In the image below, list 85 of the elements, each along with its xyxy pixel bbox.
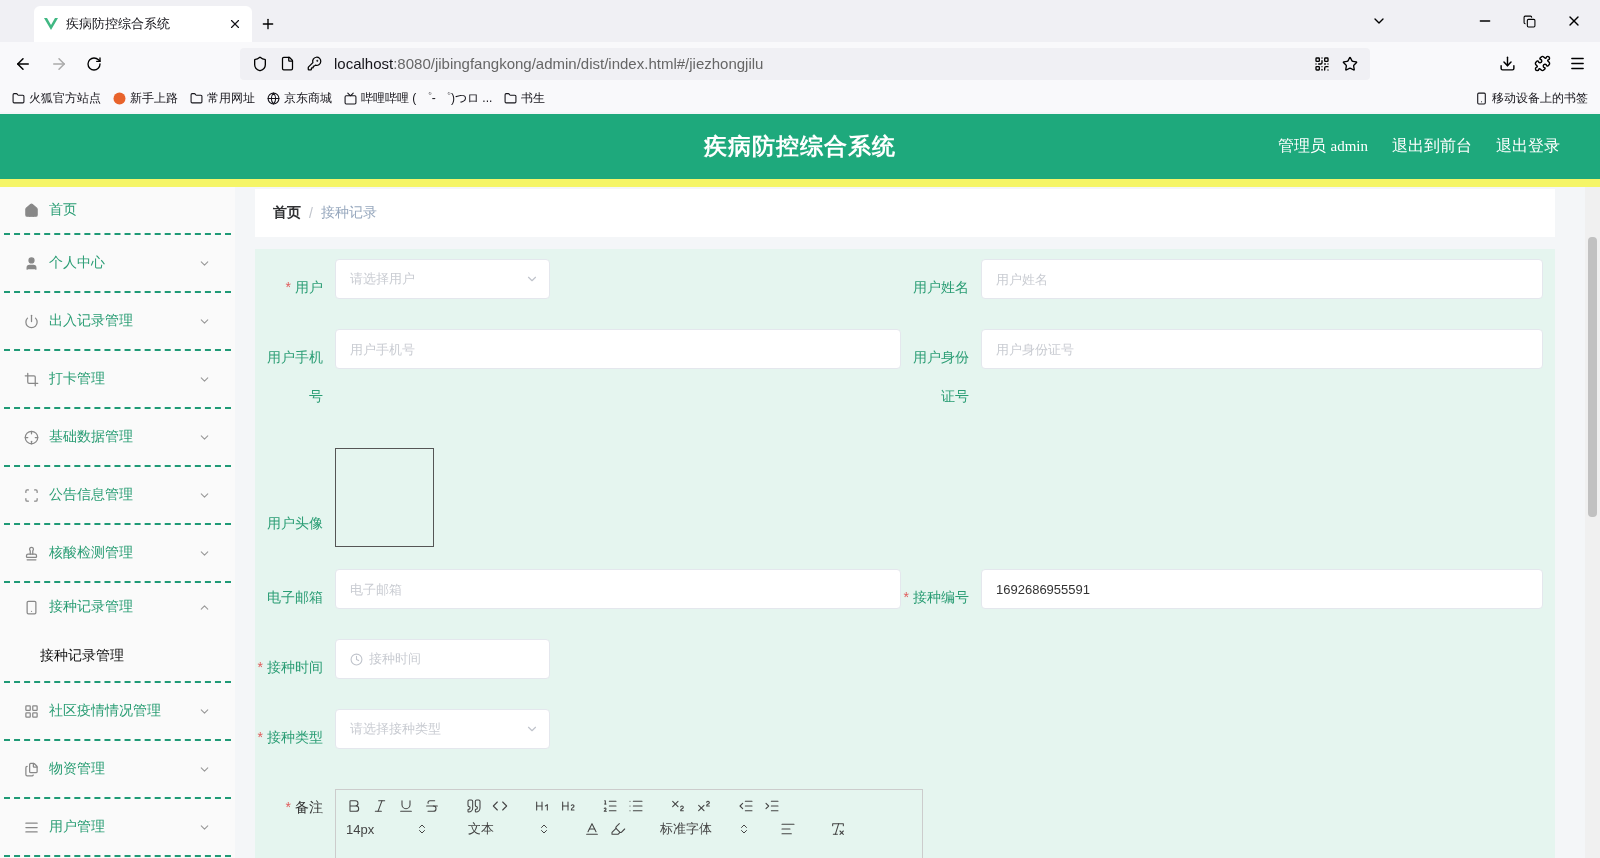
field-label: * 接种类型 — [257, 729, 323, 745]
shield-icon[interactable] — [252, 55, 268, 72]
power-icon — [24, 313, 39, 329]
bookmark-item[interactable]: 书生 — [504, 90, 546, 107]
image-upload[interactable] — [335, 448, 434, 547]
heading-picker[interactable]: 文本 — [468, 820, 550, 838]
text-field[interactable]: 1692686955591 — [981, 569, 1543, 609]
phone-icon — [24, 599, 39, 615]
folder-icon — [190, 92, 203, 105]
restore-icon[interactable] — [1523, 14, 1536, 28]
rich-text-editor[interactable]: 14px 文本 标准字体 — [335, 789, 923, 858]
submenu-item[interactable]: 接种记录管理 — [4, 631, 231, 681]
home-icon — [24, 202, 39, 218]
toolbar-icon[interactable] — [398, 798, 414, 814]
font-size-picker[interactable]: 14px — [346, 821, 428, 837]
list-icon — [24, 819, 39, 835]
user-label: 管理员 admin — [1278, 136, 1368, 156]
updown-icon — [416, 823, 428, 835]
font-family-picker[interactable]: 标准字体 — [660, 820, 750, 838]
bookmark-item[interactable]: 京东商城 — [267, 90, 332, 107]
copy-icon — [24, 761, 39, 777]
key-icon[interactable] — [307, 56, 322, 71]
field-label: * 接种编号 — [903, 589, 969, 605]
field-label: 用户头像 — [267, 515, 323, 531]
close-icon[interactable] — [228, 17, 242, 31]
field-label: * 用户 — [285, 279, 323, 295]
extensions-icon[interactable] — [1534, 55, 1551, 72]
breadcrumb-separator: / — [309, 205, 313, 221]
new-tab-icon[interactable] — [260, 16, 276, 32]
folder-icon — [504, 92, 518, 105]
bookmark-item[interactable]: 新手上路 — [113, 90, 178, 107]
stamp-icon — [24, 545, 39, 561]
updown-icon — [538, 823, 550, 835]
bookmark-item[interactable]: 哔哩哔哩 ( ゜- ゜)つロ ... — [344, 90, 493, 107]
field-label: * 备注 — [285, 799, 323, 815]
toolbar-icon[interactable] — [628, 798, 644, 814]
field-label: 用户身份证号 — [913, 349, 969, 404]
folder-icon — [12, 92, 25, 105]
scrollbar[interactable] — [1585, 187, 1600, 858]
url-text[interactable]: localhost:8080/jibingfangkong/admin/dist/index.html#/jiezhongjilu — [334, 55, 764, 72]
toolbar-icon[interactable] — [764, 798, 780, 814]
bookmark-item[interactable]: 移动设备上的书签 — [1475, 90, 1588, 107]
bookmark-item[interactable]: 常用网址 — [190, 90, 255, 107]
globe-icon — [267, 92, 280, 105]
app-title: 疾病防控综合系统 — [704, 131, 896, 161]
field-label: 用户姓名 — [913, 279, 969, 295]
toolbar-icon[interactable] — [602, 798, 618, 814]
menu-icon[interactable] — [1569, 55, 1586, 72]
highlight-icon[interactable] — [610, 821, 626, 837]
breadcrumb-item: 接种记录 — [320, 204, 377, 222]
toolbar-icon[interactable] — [738, 798, 754, 814]
browser-tab[interactable]: 疾病防控综合系统 — [34, 6, 252, 42]
bookmark-star-icon[interactable] — [1342, 55, 1358, 72]
toolbar-icon[interactable] — [534, 798, 550, 814]
phone-icon — [1475, 92, 1488, 105]
reload-icon[interactable] — [86, 55, 102, 72]
toolbar-icon[interactable] — [466, 798, 482, 814]
tv-icon — [344, 92, 357, 105]
bookmark-item[interactable]: 火狐官方站点 — [12, 90, 101, 107]
user-icon — [24, 255, 39, 271]
download-icon[interactable] — [1499, 55, 1516, 72]
grid-icon — [24, 703, 39, 719]
crosshair-icon — [24, 429, 39, 445]
page-icon — [280, 56, 295, 71]
crop-icon — [24, 371, 39, 387]
clock-icon — [350, 652, 363, 666]
toolbar-icon[interactable] — [492, 798, 508, 814]
toolbar-icon[interactable] — [424, 798, 440, 814]
field-label: 用户手机号 — [267, 349, 323, 404]
vue-logo-icon — [44, 18, 58, 30]
field-label: * 接种时间 — [257, 659, 323, 675]
toolbar-icon[interactable] — [560, 798, 576, 814]
align-icon[interactable] — [780, 821, 796, 837]
updown-icon — [738, 823, 750, 835]
toolbar-icon[interactable] — [670, 798, 686, 814]
scan-icon — [24, 487, 39, 503]
toolbar-icon[interactable] — [346, 798, 362, 814]
field-label: 电子邮箱 — [267, 589, 323, 605]
browser-logo-icon — [113, 92, 126, 105]
toolbar-icon[interactable] — [372, 798, 388, 814]
text-color-icon[interactable] — [584, 821, 600, 837]
toolbar-icon[interactable] — [696, 798, 712, 814]
clear-format-icon[interactable] — [830, 821, 846, 837]
breadcrumb-item[interactable]: 首页 — [273, 204, 301, 222]
qr-code-icon[interactable] — [1314, 55, 1330, 72]
